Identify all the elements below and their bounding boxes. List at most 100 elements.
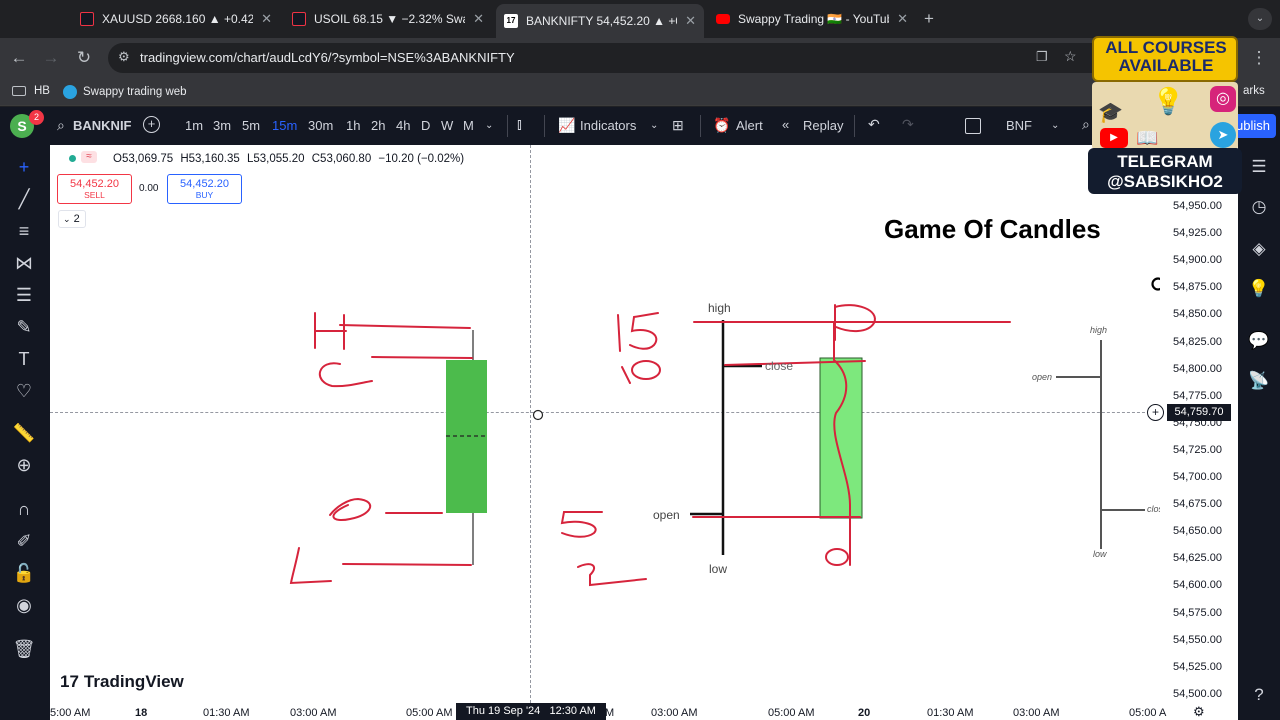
zoom-in-icon[interactable]: ⊕ (12, 453, 36, 477)
bookmark-hb[interactable]: HB (12, 85, 50, 97)
low-line (342, 563, 472, 566)
price-axis[interactable]: 54,950.00 54,925.00 54,900.00 54,875.00 54,8… (1160, 145, 1238, 708)
site-info-icon[interactable]: ⚙ (118, 49, 130, 65)
tradingview-logo-icon: 17 (60, 672, 79, 691)
crosshair-time-label: Thu 19 Sep '24 12:30 AM (456, 703, 606, 720)
indicators-icon[interactable]: 📈 (558, 117, 575, 134)
close-icon[interactable]: ✕ (897, 11, 908, 27)
chevron-down-icon[interactable]: ⌄ (1051, 120, 1059, 131)
promo-overlay: ALL COURSES AVAILABLE 💡 🎓 ◎ ▶ 📖 ➤ TELEGR… (1088, 36, 1242, 196)
tradingview-favicon-icon (292, 12, 306, 26)
chart-pane[interactable]: ≈ O53,069.75 H53,160.35 L53,055.20 C53,0… (50, 145, 1238, 720)
telegram-icon: ➤ (1210, 122, 1236, 148)
telegram-icon (63, 85, 77, 99)
prediction-icon[interactable]: ☰ (12, 283, 36, 307)
lightbulb-icon: 💡 (1152, 86, 1185, 116)
tab-usoil[interactable]: USOIL 68.15 ▼ −2.32% Swap ✕ (284, 6, 492, 32)
interval-15m[interactable]: 15m (272, 118, 297, 133)
tab-search-icon[interactable]: ⌄ (1248, 8, 1272, 30)
menu-icon[interactable]: ⋮ (1247, 46, 1271, 70)
redo-icon[interactable]: ↷ (902, 116, 914, 133)
crosshair-icon[interactable]: + (12, 155, 36, 179)
time-tick-label: 05:00 AM (768, 707, 815, 719)
bookmark-star-icon[interactable]: ☆ (1064, 48, 1077, 65)
replay-icon[interactable]: « (782, 117, 789, 132)
layers-icon[interactable]: ◈ (1247, 237, 1271, 261)
close-icon[interactable]: ✕ (473, 11, 484, 27)
brush-icon[interactable]: ✎ (12, 315, 36, 339)
clipboard-icon[interactable]: ❐ (1036, 49, 1048, 65)
forward-icon[interactable]: → (39, 46, 63, 70)
book-icon: 📖 (1136, 128, 1159, 148)
interval-1m[interactable]: 1m (185, 118, 203, 133)
replay-button[interactable]: Replay (803, 118, 843, 133)
indicators-button[interactable]: Indicators (580, 118, 636, 133)
add-alert-plus-icon[interactable]: + (1147, 404, 1164, 421)
candle-type-icon[interactable]: ⫾ (517, 116, 522, 133)
bookmark-swappy[interactable]: Swappy trading web (63, 85, 187, 99)
layout-name[interactable]: BNF (1006, 118, 1032, 133)
right-widget-bar: ☰ ◷ ◈ 💡 💬 📡 ? (1238, 145, 1280, 720)
layout-icon[interactable] (965, 118, 981, 134)
alert-button[interactable]: Alert (736, 118, 763, 133)
price-tick-label: 54,850.00 (1173, 308, 1222, 321)
trend-line-icon[interactable]: ╱ (12, 187, 36, 211)
price-tick-label: 54,675.00 (1173, 498, 1222, 511)
tab-title: USOIL 68.15 ▼ −2.32% Swap (314, 12, 466, 26)
diagram-candle-body (819, 357, 863, 519)
heart-icon[interactable]: ♡ (12, 379, 36, 403)
pattern-icon[interactable]: ⋈ (12, 251, 36, 275)
price-tick-label: 54,775.00 (1173, 389, 1222, 402)
interval-4h[interactable]: 4h (396, 118, 410, 133)
interval-5m[interactable]: 5m (242, 118, 260, 133)
interval-30m[interactable]: 30m (308, 118, 333, 133)
tab-xauusd[interactable]: XAUUSD 2668.160 ▲ +0.42% ✕ (72, 6, 280, 32)
tab-banknifty[interactable]: 17 BANKNIFTY 54,452.20 ▲ +0. ✕ (496, 4, 704, 38)
chevron-down-icon[interactable]: ⌄ (485, 120, 493, 131)
interval-3m[interactable]: 3m (213, 118, 231, 133)
tradingview-favicon-icon (80, 12, 94, 26)
interval-1h[interactable]: 1h (346, 118, 360, 133)
close-icon[interactable]: ✕ (261, 11, 272, 27)
ruler-icon[interactable]: 📏 (12, 421, 36, 445)
chevron-down-icon[interactable]: ⌄ (650, 120, 658, 131)
templates-grid-icon[interactable]: ⊞ (672, 117, 684, 134)
interval-m[interactable]: M (463, 118, 474, 133)
trash-icon[interactable]: 🗑 (12, 637, 36, 661)
new-tab-icon[interactable]: + (924, 9, 934, 29)
signals-icon[interactable]: 📡 (1247, 369, 1271, 393)
help-icon[interactable]: ? (1247, 683, 1271, 707)
interval-2h[interactable]: 2h (371, 118, 385, 133)
tradingview-logo: 17 TradingView (60, 672, 184, 692)
search-icon[interactable]: ⌕ (57, 117, 65, 134)
time-axis[interactable]: 5:00 AM 18 01:30 AM 03:00 AM 05:00 AM M 03:00 … (50, 703, 1238, 720)
address-bar[interactable]: ⚙ tradingview.com/chart/audLcdY6/?symbol… (108, 43, 1108, 73)
text-icon[interactable]: T (12, 347, 36, 371)
settings-gear-icon[interactable]: ⚙ (1193, 704, 1205, 720)
time-tick-label: 20 (858, 707, 871, 719)
fib-retracement-icon[interactable]: ≡ (12, 219, 36, 243)
undo-icon[interactable]: ↶ (868, 116, 880, 133)
lock-icon[interactable]: 🔓 (12, 561, 36, 585)
stay-drawing-icon[interactable]: ✐ (12, 529, 36, 553)
ideas-bulb-icon[interactable]: 💡 (1247, 277, 1271, 301)
back-icon[interactable]: ← (7, 46, 31, 70)
close-line (371, 356, 473, 359)
chat-icon[interactable]: 💬 (1247, 329, 1271, 353)
promo-line3: TELEGRAM (1117, 152, 1213, 171)
all-bookmarks[interactable]: arks (1243, 85, 1265, 97)
alert-clock-icon[interactable]: ⏰ (713, 117, 730, 134)
watchlist-icon[interactable]: ☰ (1247, 155, 1271, 179)
close-icon[interactable]: ✕ (685, 13, 696, 29)
reload-icon[interactable]: ↻ (72, 46, 96, 70)
divider (544, 115, 545, 137)
alerts-clock-icon[interactable]: ◷ (1247, 195, 1271, 219)
tab-youtube[interactable]: Swappy Trading 🇮🇳 - YouTube ✕ (708, 6, 916, 32)
compare-add-icon[interactable]: + (143, 116, 160, 133)
magnet-icon[interactable]: ∩ (12, 497, 36, 521)
interval-w[interactable]: W (441, 118, 453, 133)
url-text: tradingview.com/chart/audLcdY6/?symbol=N… (140, 50, 515, 65)
eye-icon[interactable]: ◉ (12, 593, 36, 617)
interval-d[interactable]: D (421, 118, 430, 133)
symbol-search[interactable]: BANKNIF (73, 118, 132, 133)
